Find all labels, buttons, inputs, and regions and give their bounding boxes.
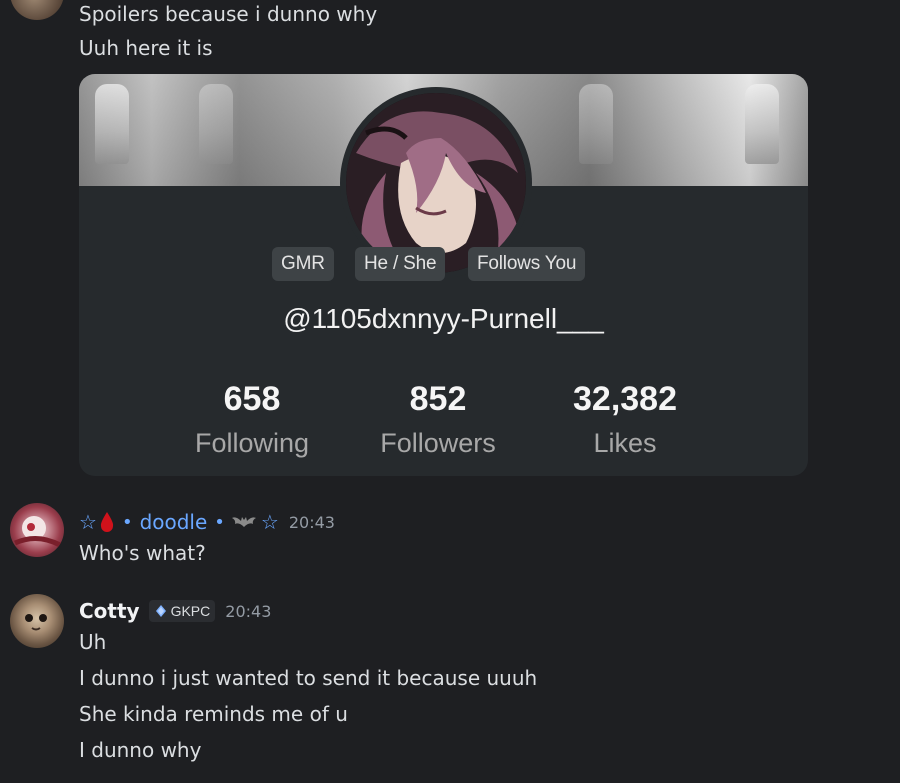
- stat-followers-label: Followers: [380, 428, 496, 458]
- profile-tag-gmr: GMR: [272, 247, 334, 281]
- stat-followers-count: 852: [409, 380, 467, 418]
- dot-separator: •: [121, 511, 133, 533]
- profile-handle: @1105dxnnyy-Purnell___: [283, 303, 604, 334]
- profile-tag-follows-you: Follows You: [468, 247, 586, 281]
- message-line: Spoilers because i dunno why: [79, 2, 378, 26]
- star-icon: ☆: [79, 510, 97, 534]
- message-line: I dunno i just wanted to send it because…: [79, 666, 538, 690]
- clan-tag[interactable]: GKPC: [148, 600, 216, 622]
- profile-card-image[interactable]: GMR He / She Follows You @1105dxnnyy-Pur…: [79, 74, 808, 476]
- stat-likes-count: 32,382: [573, 380, 677, 418]
- anime-portrait-icon: [346, 93, 526, 273]
- message-header-cotty: Cotty GKPC 20:43: [79, 598, 271, 624]
- avatar-cotty[interactable]: [10, 594, 64, 648]
- message-line: Uh: [79, 630, 107, 654]
- bat-icon: [231, 517, 256, 527]
- message-line: Uuh here it is: [79, 36, 213, 60]
- message-line: Who's what?: [79, 541, 206, 565]
- clan-badge-icon: [155, 605, 166, 617]
- message-header-doodle: ☆ • doodle • ☆ 20:43: [79, 509, 335, 535]
- profile-tag-pronouns: He / She: [355, 247, 446, 281]
- username-cotty[interactable]: Cotty: [79, 599, 140, 623]
- avatar-previous-user[interactable]: [10, 0, 64, 20]
- stat-following-count: 658: [223, 380, 281, 418]
- clan-tag-label: GKPC: [170, 603, 211, 619]
- message-line: I dunno why: [79, 738, 202, 762]
- dot-separator: •: [214, 511, 225, 533]
- username-doodle[interactable]: doodle: [140, 510, 208, 534]
- profile-avatar: [346, 93, 526, 273]
- message-line: She kinda reminds me of u: [79, 702, 348, 726]
- timestamp: 20:43: [225, 601, 272, 621]
- stat-likes-label: Likes: [593, 428, 657, 458]
- blood-drop-icon: [100, 512, 114, 532]
- stat-following-label: Following: [194, 428, 310, 458]
- doodle-avatar-art: [13, 516, 62, 548]
- cotty-avatar-art: [25, 614, 47, 631]
- timestamp: 20:43: [288, 512, 335, 532]
- avatar-doodle[interactable]: [10, 503, 64, 557]
- star-icon: ☆: [260, 510, 279, 534]
